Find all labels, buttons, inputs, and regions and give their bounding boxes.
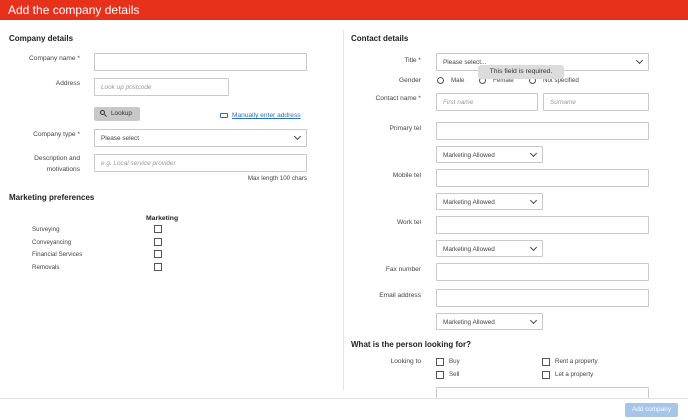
- surname-input[interactable]: Surname: [543, 93, 649, 111]
- marketing-item-conveyancing: Conveyancing: [32, 239, 72, 246]
- chevron-down-icon: [529, 316, 538, 325]
- sell-label: Sell: [449, 371, 460, 378]
- mobile-tel-marketing-select[interactable]: Marketing Allowed: [436, 193, 543, 210]
- surveying-checkbox[interactable]: [154, 225, 162, 233]
- mobile-tel-label: Mobile tel: [392, 172, 421, 179]
- postcode-placeholder: Look up postcode: [101, 84, 152, 91]
- mobile-tel-input[interactable]: [436, 169, 649, 187]
- gender-male-label: Male: [451, 77, 465, 84]
- looking-for-heading: What is the person looking for?: [351, 340, 471, 349]
- surname-placeholder: Surname: [550, 99, 576, 106]
- page-header: Add the company details: [0, 0, 688, 20]
- company-type-select[interactable]: Please select: [94, 129, 307, 147]
- column-divider: [343, 30, 344, 390]
- email-address-input[interactable]: [436, 289, 649, 307]
- rent-property-checkbox[interactable]: [542, 358, 550, 366]
- chevron-down-icon: [529, 196, 538, 205]
- chevron-down-icon: [529, 149, 538, 158]
- email-address-label: Email address: [379, 292, 421, 299]
- marketing-preferences-heading: Marketing preferences: [9, 193, 95, 202]
- lookup-button[interactable]: Lookup: [94, 107, 140, 121]
- page-title: Add the company details: [8, 3, 140, 17]
- company-name-label: Company name *: [29, 55, 80, 62]
- email-marketing-select[interactable]: Marketing Allowed: [436, 313, 543, 330]
- chevron-down-icon: [293, 132, 302, 141]
- description-label-line1: Description and: [34, 155, 80, 162]
- first-name-placeholder: First name: [443, 99, 474, 106]
- footer-bar: [0, 398, 688, 420]
- financial-services-checkbox[interactable]: [154, 250, 162, 258]
- primary-tel-label: Primary tel: [389, 125, 421, 132]
- fax-number-input[interactable]: [436, 263, 649, 281]
- company-name-input[interactable]: [94, 53, 307, 71]
- description-placeholder: e.g. Local service provider: [101, 160, 176, 167]
- primary-tel-input[interactable]: [436, 122, 649, 140]
- looking-to-label: Looking to: [390, 358, 421, 365]
- buy-checkbox[interactable]: [436, 358, 444, 366]
- company-details-heading: Company details: [9, 34, 74, 43]
- let-property-checkbox[interactable]: [542, 371, 550, 379]
- contact-name-label: Contact name *: [375, 95, 421, 102]
- manual-address-link[interactable]: Manually enter address: [232, 112, 301, 119]
- work-tel-label: Work tel: [396, 219, 421, 226]
- marketing-item-financial-services: Financial Services: [32, 251, 83, 258]
- conveyancing-checkbox[interactable]: [154, 238, 162, 246]
- work-tel-marketing-select[interactable]: Marketing Allowed: [436, 240, 543, 257]
- removals-checkbox[interactable]: [154, 263, 162, 271]
- marketing-item-removals: Removals: [32, 264, 60, 271]
- sell-checkbox[interactable]: [436, 371, 444, 379]
- add-company-button[interactable]: Add company: [625, 403, 678, 417]
- marketing-column-header: Marketing: [146, 215, 179, 222]
- marketing-item-surveying: Surveying: [32, 226, 60, 233]
- required-field-tooltip: This field is required.: [478, 65, 564, 79]
- gender-male-radio[interactable]: [437, 77, 444, 84]
- fax-number-label: Fax number: [385, 266, 421, 273]
- email-marketing-value: Marketing Allowed: [443, 319, 495, 326]
- rent-property-label: Rent a property: [555, 358, 598, 365]
- title-label: Title *: [404, 57, 421, 64]
- primary-tel-marketing-select[interactable]: Marketing Allowed: [436, 146, 543, 163]
- max-length-hint: Max length 100 chars: [247, 175, 307, 182]
- keyboard-icon: [220, 113, 228, 118]
- lookup-button-label: Lookup: [111, 110, 132, 117]
- gender-label: Gender: [399, 77, 421, 84]
- postcode-input[interactable]: Look up postcode: [94, 78, 229, 96]
- buy-label: Buy: [449, 358, 460, 365]
- company-type-value: Please select: [101, 135, 140, 142]
- description-input[interactable]: e.g. Local service provider: [94, 154, 307, 172]
- work-tel-marketing-value: Marketing Allowed: [443, 246, 495, 253]
- description-label-line2: motivations: [46, 166, 80, 173]
- let-property-label: Let a property: [555, 371, 594, 378]
- company-type-label: Company type *: [33, 131, 80, 138]
- address-label: Address: [55, 80, 80, 87]
- search-icon: [100, 110, 105, 115]
- chevron-down-icon: [635, 56, 644, 65]
- first-name-input[interactable]: First name: [436, 93, 538, 111]
- contact-details-heading: Contact details: [351, 34, 409, 43]
- work-tel-input[interactable]: [436, 216, 649, 234]
- chevron-down-icon: [529, 243, 538, 252]
- primary-tel-marketing-value: Marketing Allowed: [443, 152, 495, 159]
- mobile-tel-marketing-value: Marketing Allowed: [443, 199, 495, 206]
